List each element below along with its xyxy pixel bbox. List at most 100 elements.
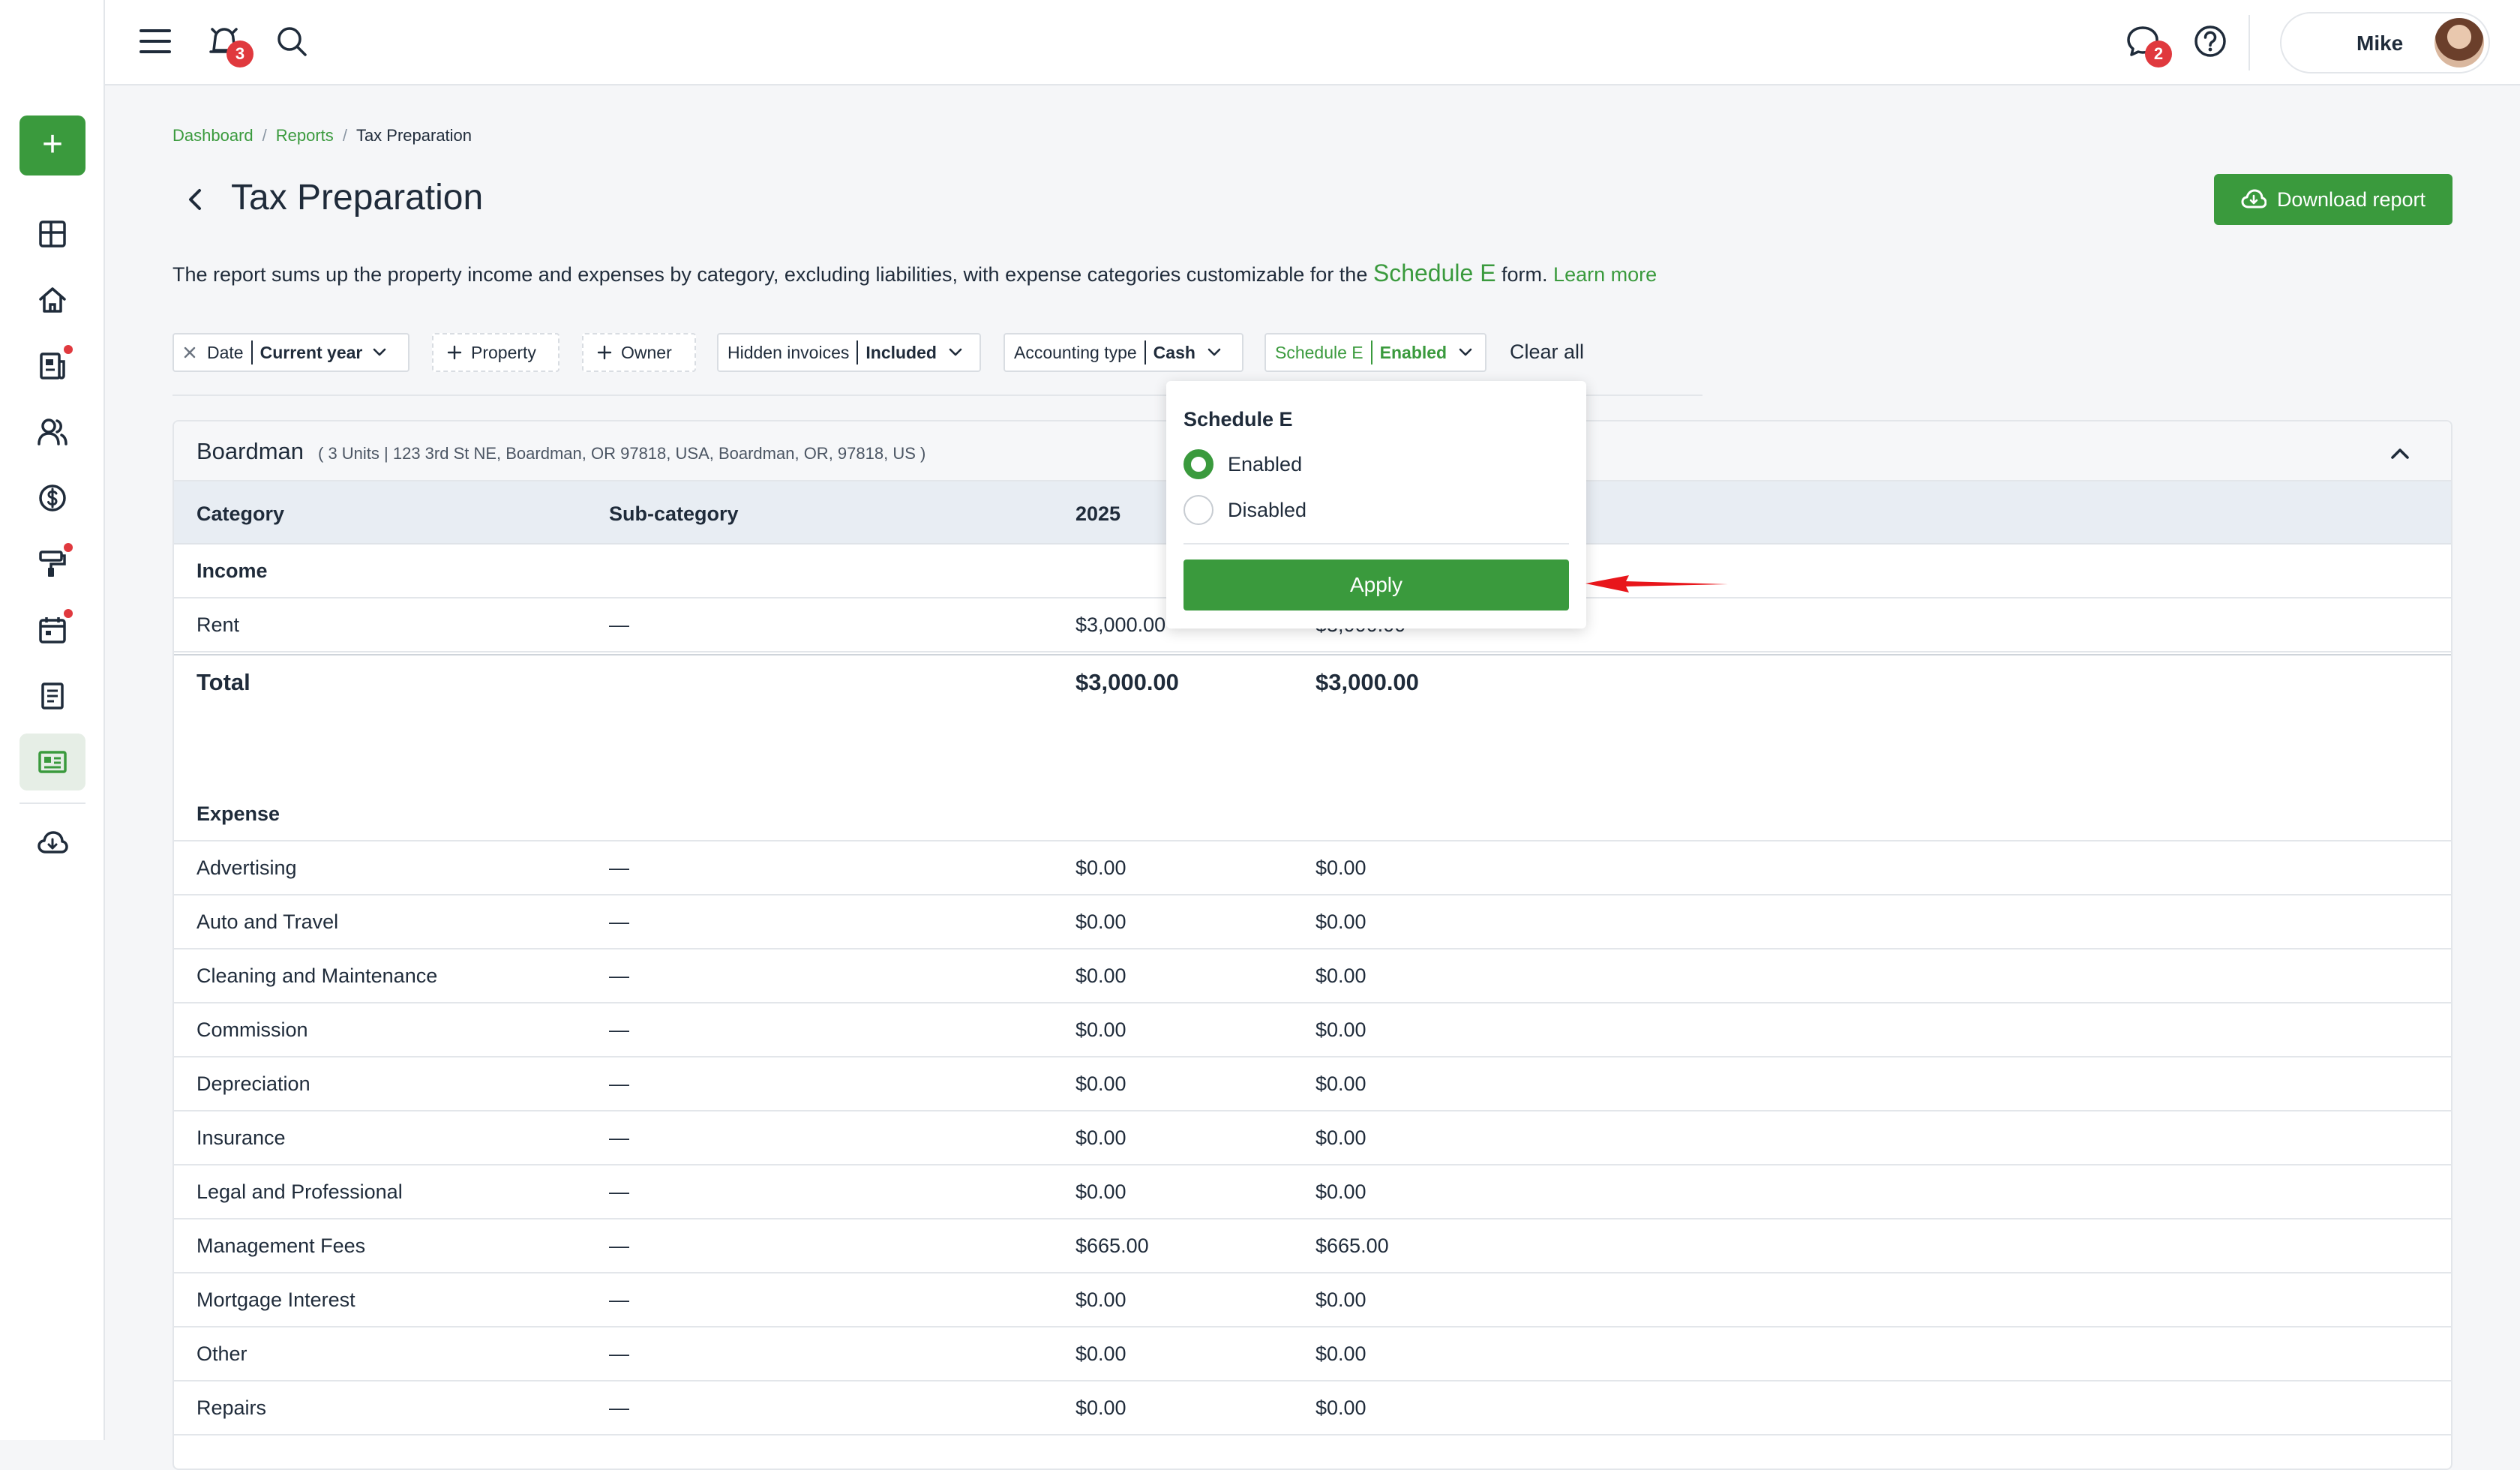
property-name: Boardman [196, 438, 304, 464]
radio-enabled-label[interactable]: Enabled [1228, 453, 1302, 476]
apply-button[interactable]: Apply [1184, 560, 1569, 610]
sidebar-item-reports[interactable] [20, 734, 86, 790]
home-icon [39, 287, 66, 313]
schedule-e-link[interactable]: Schedule E [1373, 260, 1496, 286]
sidebar-divider [20, 802, 86, 804]
chevron-down-icon [1459, 348, 1472, 356]
table-row: Repairs — $0.00 $0.00 [174, 1382, 2451, 1436]
maintenance-notification-dot [64, 543, 73, 552]
user-menu[interactable]: Mike [2280, 12, 2490, 74]
row-total-value: $0.00 [1316, 856, 1366, 879]
maintenance-icon [39, 550, 66, 577]
section-label-income: Income [196, 560, 268, 582]
add-new-button[interactable]: + [20, 116, 86, 176]
filter-accounting-type[interactable]: Accounting type Cash [1004, 333, 1244, 372]
sidebar-item-finances[interactable] [20, 470, 86, 526]
menu-icon[interactable] [136, 22, 174, 60]
chevron-left-icon [189, 189, 201, 210]
sidebar-item-properties[interactable] [20, 272, 86, 328]
download-report-button[interactable]: Download report [2214, 174, 2452, 225]
sidebar-item-dashboard[interactable] [20, 206, 86, 262]
search-icon[interactable] [273, 22, 310, 60]
column-header-subcategory: Sub-category [609, 502, 739, 525]
plus-icon [597, 345, 612, 360]
radio-enabled[interactable] [1184, 449, 1214, 479]
sidebar-item-leases[interactable] [20, 338, 86, 394]
logo-area [0, 0, 105, 86]
filter-property[interactable]: Property [432, 333, 560, 372]
row-subcategory: — [609, 1234, 629, 1257]
row-total-value: $0.00 [1316, 1126, 1366, 1149]
message-badge: 2 [2145, 40, 2172, 68]
row-category: Mortgage Interest [196, 1288, 356, 1311]
reports-icon [38, 751, 67, 773]
close-icon[interactable] [183, 346, 196, 359]
row-total-value: $0.00 [1316, 1288, 1366, 1311]
sidebar-item-people[interactable] [20, 404, 86, 460]
chat-icon[interactable]: 2 [2124, 22, 2172, 68]
table-row: Management Fees — $665.00 $665.00 [174, 1220, 2451, 1274]
row-total-value: $0.00 [1316, 1342, 1366, 1365]
filter-accounting-label: Accounting type [1014, 342, 1137, 362]
filter-schedule-value: Enabled [1379, 342, 1448, 362]
filter-owner[interactable]: Owner [582, 333, 696, 372]
section-label-expense: Expense [196, 802, 280, 825]
calendar-icon [39, 617, 66, 644]
download-report-label: Download report [2276, 188, 2426, 211]
table-row: Insurance — $0.00 $0.00 [174, 1112, 2451, 1166]
filter-date-label: Date [207, 342, 244, 362]
row-year-value: $0.00 [1076, 856, 1126, 879]
schedule-e-popover: Schedule E Enabled Disabled Apply [1166, 381, 1586, 628]
row-year-value: $0.00 [1076, 1126, 1126, 1149]
chevron-down-icon [374, 348, 386, 356]
sidebar-item-download[interactable] [20, 814, 86, 872]
total-row: Total $3,000.00 $3,000.00 [174, 654, 2451, 710]
sidebar-item-documents[interactable] [20, 668, 86, 724]
download-cloud-icon [38, 831, 68, 854]
dollar-icon [39, 484, 66, 512]
row-subcategory: — [609, 1180, 629, 1203]
row-total-value: $0.00 [1316, 1018, 1366, 1041]
breadcrumb-separator: / [262, 126, 267, 145]
chevron-up-icon[interactable] [2386, 440, 2414, 466]
filter-schedule-e[interactable]: Schedule E Enabled [1264, 333, 1486, 372]
table-row: Cleaning and Maintenance — $0.00 $0.00 [174, 950, 2451, 1004]
calendar-notification-dot [64, 609, 73, 618]
row-category: Auto and Travel [196, 910, 339, 933]
plus-icon [447, 345, 462, 360]
row-year-value: $3,000.00 [1076, 614, 1166, 636]
alarm-bell-icon[interactable]: 3 [206, 22, 254, 68]
popover-divider [1184, 543, 1569, 544]
row-category: Other [196, 1342, 248, 1365]
row-total-value: $0.00 [1316, 910, 1366, 933]
breadcrumb-reports[interactable]: Reports [276, 126, 334, 145]
learn-more-link[interactable]: Learn more [1553, 263, 1657, 286]
notification-badge: 3 [226, 40, 254, 68]
table-row: Other — $0.00 $0.00 [174, 1328, 2451, 1382]
row-category: Cleaning and Maintenance [196, 964, 438, 987]
row-subcategory: — [609, 1126, 629, 1149]
row-category: Repairs [196, 1396, 267, 1419]
property-address: ( 3 Units | 123 3rd St NE, Boardman, OR … [318, 444, 926, 463]
radio-disabled[interactable] [1184, 495, 1214, 525]
filter-date[interactable]: Date Current year [172, 333, 410, 372]
total-total-value: $3,000.00 [1316, 669, 1419, 695]
description-text-end: form. [1496, 263, 1554, 286]
row-year-value: $665.00 [1076, 1234, 1149, 1257]
row-year-value: $0.00 [1076, 1342, 1126, 1365]
breadcrumb-dashboard[interactable]: Dashboard [172, 126, 254, 145]
sidebar-item-maintenance[interactable] [20, 536, 86, 592]
filter-hidden-invoices[interactable]: Hidden invoices Included [717, 333, 981, 372]
filter-accounting-value: Cash [1153, 342, 1196, 362]
clear-all-button[interactable]: Clear all [1510, 340, 1584, 364]
avatar [2434, 18, 2484, 68]
row-subcategory: — [609, 614, 629, 636]
table-row: Auto and Travel — $0.00 $0.00 [174, 896, 2451, 950]
section-row-expense: Expense [174, 788, 2451, 842]
sidebar-item-calendar[interactable] [20, 602, 86, 658]
filter-schedule-label: Schedule E [1275, 342, 1364, 362]
row-subcategory: — [609, 1288, 629, 1311]
radio-disabled-label[interactable]: Disabled [1228, 499, 1306, 522]
help-icon[interactable] [2192, 22, 2229, 60]
back-button[interactable] [180, 178, 218, 220]
